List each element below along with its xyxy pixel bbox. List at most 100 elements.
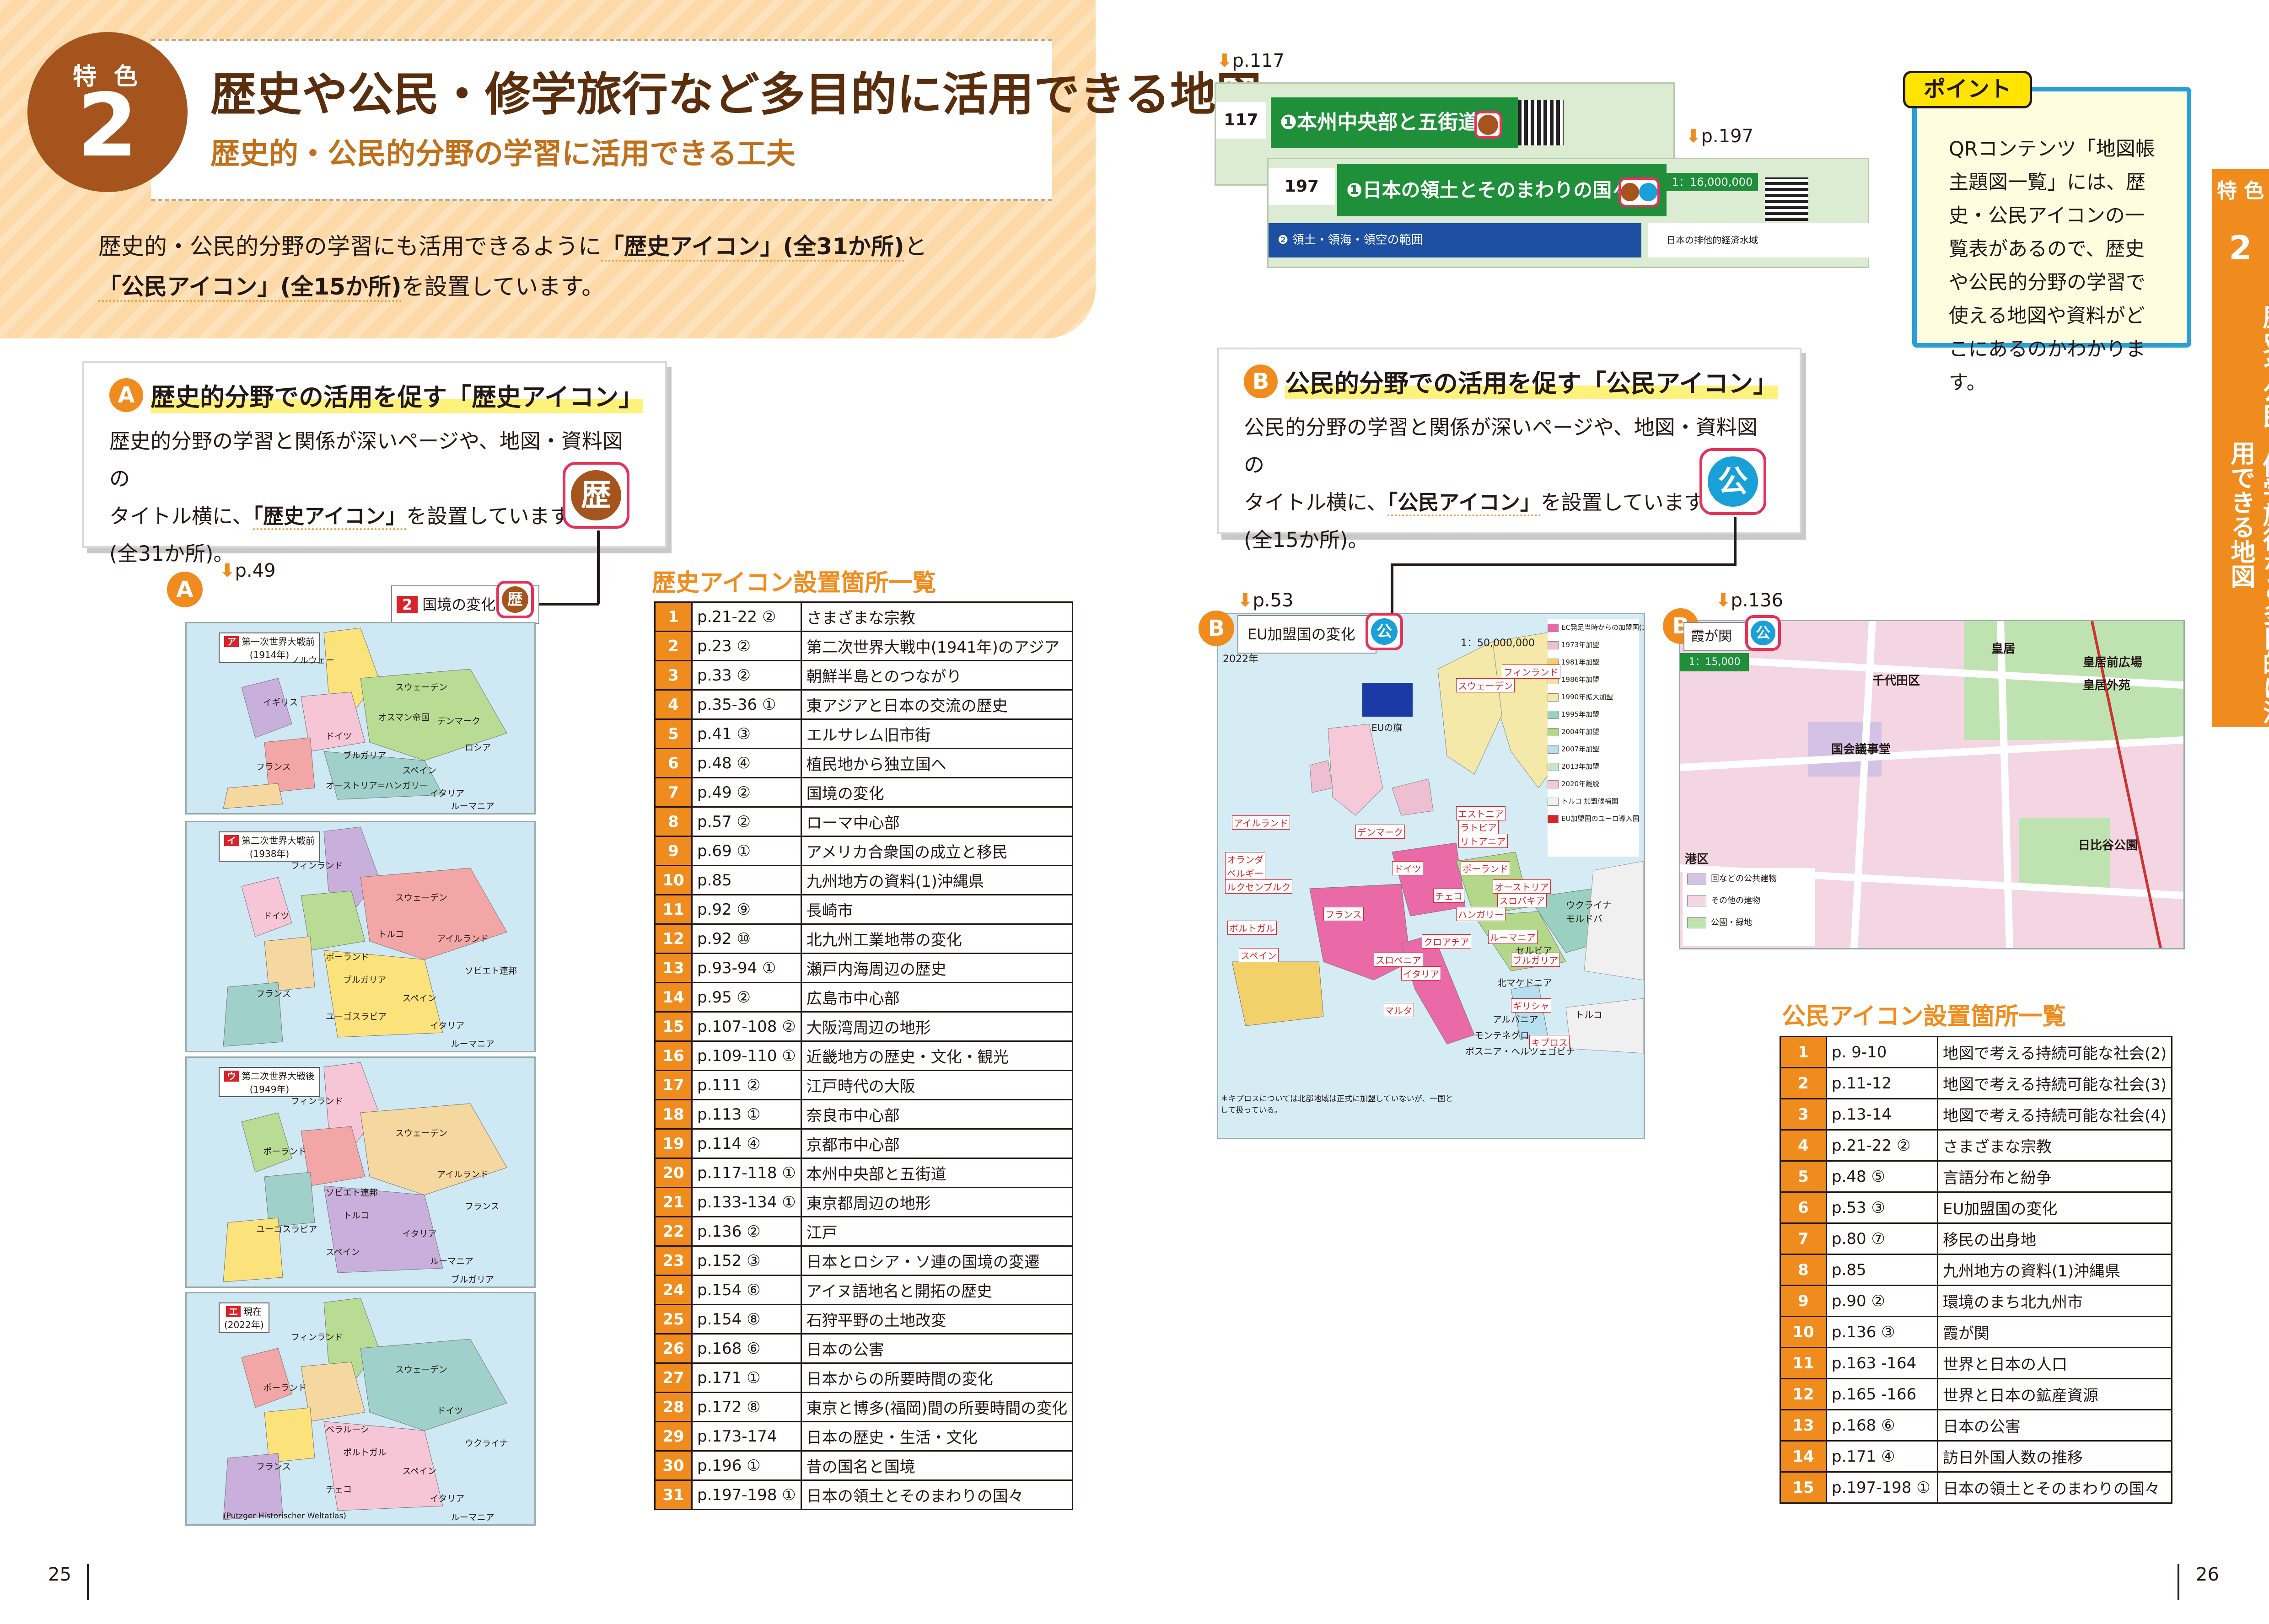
map-a-region-shape [223,783,283,809]
list-a-row-number: 8 [654,806,693,837]
map-eu-country-label: モンテネグロ [1474,1030,1529,1041]
list-b-row-title: 日本の領土とそのまわりの国々 [1936,1471,2173,1504]
list-a-row: 13 p.93-94 ① 瀬戸内海周辺の歴史 [654,953,1074,983]
list-a-row-page: p.107-108 ② [691,1011,802,1042]
map-eu-legend-text: 2007年加盟 [1561,745,1600,753]
map-eu-country-label: モルドバ [1566,913,1602,924]
map-a-country-label: デンマーク [437,716,481,727]
list-a-row: 24 p.154 ⑥ アイヌ語地名と開拓の歴史 [654,1275,1074,1305]
list-a-row-title: 日本の領土とそのまわりの国々 [800,1479,1074,1510]
section-b-heading-text: 公民的分野での活用を促す「公民アイコン」 [1285,363,1778,399]
map-a-panel-key: イ [224,835,239,846]
legend-swatch [1548,815,1559,823]
map-a-country-label: ポルトガル [343,1447,387,1458]
point-box: ポイント QRコンテンツ「地図帳主題図一覧」には、歴史・公民アイコンの一覧表があ… [1903,71,2191,394]
ref-p49-label: p.49 [235,560,276,581]
map-a-country-label: ルーマニア [451,1039,495,1049]
map-a-panel-key: エ [226,1306,241,1317]
list-b-row-page: p.197-198 ① [1826,1471,1938,1504]
list-b-row-title: 霞が関 [1936,1316,2173,1348]
list-a-row-page: p.117-118 ① [691,1158,802,1188]
page-divider-right [2178,1564,2179,1600]
list-a-row-page: p.85 [691,865,802,895]
map-a-country-label: ブルガリア [343,975,387,985]
list-b-row-number: 10 [1780,1316,1827,1348]
ref-p49: ⬇p.49 [220,560,276,581]
map-a-country-label: オスマン帝国 [378,712,430,723]
qr-code-icon[interactable] [1765,177,1808,221]
map-a-panel: ア第一次世界大戦前 (1914年) ノルウェー スウェーデン デンマーク イギリス ドイツロ… [185,622,536,815]
list-a-row-number: 20 [654,1158,693,1188]
list-b-row-page: p. 9-10 [1826,1036,1938,1068]
legend-swatch [1687,895,1706,906]
map-kasumigaseki-title: 霞が関 [1683,622,1751,651]
intro-highlight-history: 「歴史アイコン」(全31か所) [601,233,904,262]
intro-text: 歴史的・公民的分野の学習にも活用できるように「歴史アイコン」(全31か所)と 「… [98,226,1082,307]
map-a-country-label: スウェーデン [395,1364,448,1375]
list-a-row: 17 p.111 ② 江戸時代の大阪 [654,1070,1074,1100]
map-a-country-label: ブルガリア [343,750,387,761]
list-a-row: 22 p.136 ② 江戸 [654,1216,1074,1247]
list-a-row-page: p.113 ① [691,1099,802,1130]
map-a-country-label: ユーゴスラビア [326,1012,387,1022]
list-b-row-page: p.80 ⑦ [1826,1222,1938,1255]
map-a-country-label: スペイン [402,1466,436,1476]
list-a-row-page: p.33 ② [691,660,802,691]
list-b-row-page: p.163 -164 [1826,1347,1938,1379]
list-b-row-number: 11 [1780,1347,1827,1379]
strip-p117-page: 117 [1216,102,1266,139]
list-a-row: 10 p.85 九州地方の資料(1)沖縄県 [654,865,1074,895]
list-b-row-page: p.11-12 [1826,1067,1938,1099]
list-a-row-title: 京都市中心部 [800,1128,1074,1159]
connector-b-vertical [1734,517,1737,565]
list-a-row-title: 東アジアと日本の交流の歴史 [800,689,1074,720]
map-a-region-shape [241,877,292,937]
map-a-panel-key: ア [224,636,239,647]
map-a-credit: (Putzger Historischer Weltatlas) [223,1511,346,1521]
map-a-country-label: スペイン [402,993,436,1003]
qr-code-icon[interactable] [1518,100,1564,145]
map-eu-country-label: フランス [1323,907,1364,921]
section-b-body-line2c: を設置しています [1540,490,1705,515]
section-b-body-line1: 公民的分野の学習と関係が深いページや、地図・資料図の [1244,415,1758,477]
map-a-country-label: ポーランド [263,1147,307,1157]
list-b-row-page: p.136 ③ [1826,1316,1938,1348]
list-a-row: 11 p.92 ⑨ 長崎市 [654,894,1074,925]
legend-swatch [1548,710,1559,719]
list-a-row-number: 11 [654,894,693,925]
list-a-row-title: 東京都周辺の地形 [800,1187,1074,1217]
ref-p117: ⬇p.117 [1217,50,1285,71]
list-a-row-page: p.23 ② [691,631,802,661]
list-b-row-number: 5 [1780,1160,1827,1193]
map-kasumigaseki-place-label: 皇居外苑 [2083,679,2131,692]
ref-p117-label: p.117 [1232,50,1285,71]
list-a-row-page: p.114 ④ [691,1128,802,1159]
map-a-country-label: ドイツ [263,911,290,921]
history-icon: 歴 [502,586,528,613]
list-b-row-title: 訪日外国人数の推移 [1936,1440,2173,1473]
list-a-row-number: 13 [654,953,693,983]
map-eu-country-label: スペイン [1239,948,1279,962]
map-eu-country-label: ハンガリー [1456,907,1505,921]
list-b-row-page: p.13-14 [1826,1098,1938,1131]
list-b-row: 9 p.90 ② 環境のまち北九州市 [1780,1285,2173,1317]
ref-p136: ⬇p.136 [1715,590,1783,611]
list-a-row-title: アイヌ語地名と開拓の歴史 [800,1275,1074,1305]
section-a-marker: A [109,378,143,412]
list-a-row-number: 25 [654,1304,693,1335]
map-kasumigaseki-legend-item: その他の建物 [1687,890,1815,912]
list-a-row: 28 p.172 ⑧ 東京と博多(福岡)間の所要時間の変化 [654,1392,1074,1422]
map-a-panel-year: (1949年) [249,1084,290,1095]
map-a-country-label: ポーランド [326,952,370,962]
list-a-row-page: p.35-36 ① [691,689,802,720]
civics-icon-small [1639,183,1657,201]
map-a-country-label: ウクライナ [465,1438,508,1449]
list-b-row-title: 地図で考える持続可能な社会(4) [1936,1098,2173,1131]
map-a-region-shape [360,1339,507,1431]
list-a-row-title: 日本とロシア・ソ連の国境の変遷 [800,1245,1074,1276]
strip-p197-legend: 日本の排他的経済水域 [1648,223,1877,257]
list-b-row: 13 p.168 ⑥ 日本の公害 [1780,1409,2173,1442]
map-a-panel-title: 現在 [243,1306,262,1317]
strip-p197-icon-frame [1618,177,1660,207]
strip-p197-sub: ❷ 領土・領海・領空の範囲 [1269,223,1641,257]
